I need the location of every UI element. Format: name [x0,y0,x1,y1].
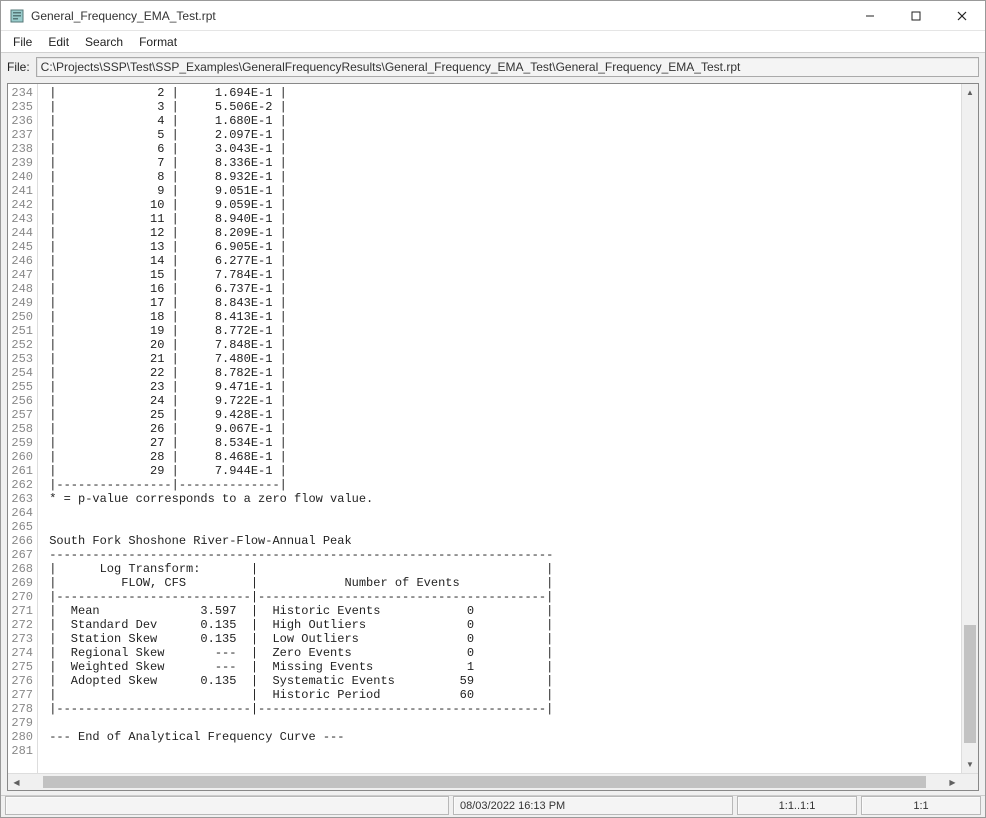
scroll-left-button[interactable]: ◀ [8,774,25,790]
line-number-gutter: 234 235 236 237 238 239 240 241 242 243 … [8,84,38,790]
editor-area: 234 235 236 237 238 239 240 241 242 243 … [7,83,979,791]
editor-content[interactable]: | 2 | 1.694E-1 | | 3 | 5.506E-2 | | 4 | … [38,84,978,790]
horizontal-scroll-track[interactable] [25,774,944,790]
vertical-scrollbar[interactable]: ▲ ▼ [961,84,978,773]
menu-file[interactable]: File [5,33,40,51]
titlebar: General_Frequency_EMA_Test.rpt [1,1,985,31]
window-title: General_Frequency_EMA_Test.rpt [31,9,847,23]
menu-edit[interactable]: Edit [40,33,77,51]
scroll-up-button[interactable]: ▲ [962,84,978,101]
scroll-right-button[interactable]: ▶ [944,774,961,790]
file-path-row: File: [1,53,985,81]
status-position: 1:1..1:1 [737,796,857,815]
scroll-corner [961,774,978,791]
horizontal-scrollbar[interactable]: ◀ ▶ [8,773,978,790]
menubar: File Edit Search Format [1,31,985,53]
scroll-down-button[interactable]: ▼ [962,756,978,773]
file-label: File: [7,60,30,74]
menu-format[interactable]: Format [131,33,185,51]
window-buttons [847,1,985,31]
app-icon [9,8,25,24]
maximize-button[interactable] [893,1,939,31]
status-left [5,796,449,815]
vertical-scroll-track[interactable] [962,101,978,756]
horizontal-scroll-thumb[interactable] [43,776,925,788]
file-path-input[interactable] [36,57,979,77]
status-zoom: 1:1 [861,796,981,815]
vertical-scroll-thumb[interactable] [964,625,976,743]
status-datetime: 08/03/2022 16:13 PM [453,796,733,815]
minimize-button[interactable] [847,1,893,31]
editor[interactable]: 234 235 236 237 238 239 240 241 242 243 … [8,84,978,790]
statusbar: 08/03/2022 16:13 PM 1:1..1:1 1:1 [1,795,985,817]
menu-search[interactable]: Search [77,33,131,51]
close-button[interactable] [939,1,985,31]
